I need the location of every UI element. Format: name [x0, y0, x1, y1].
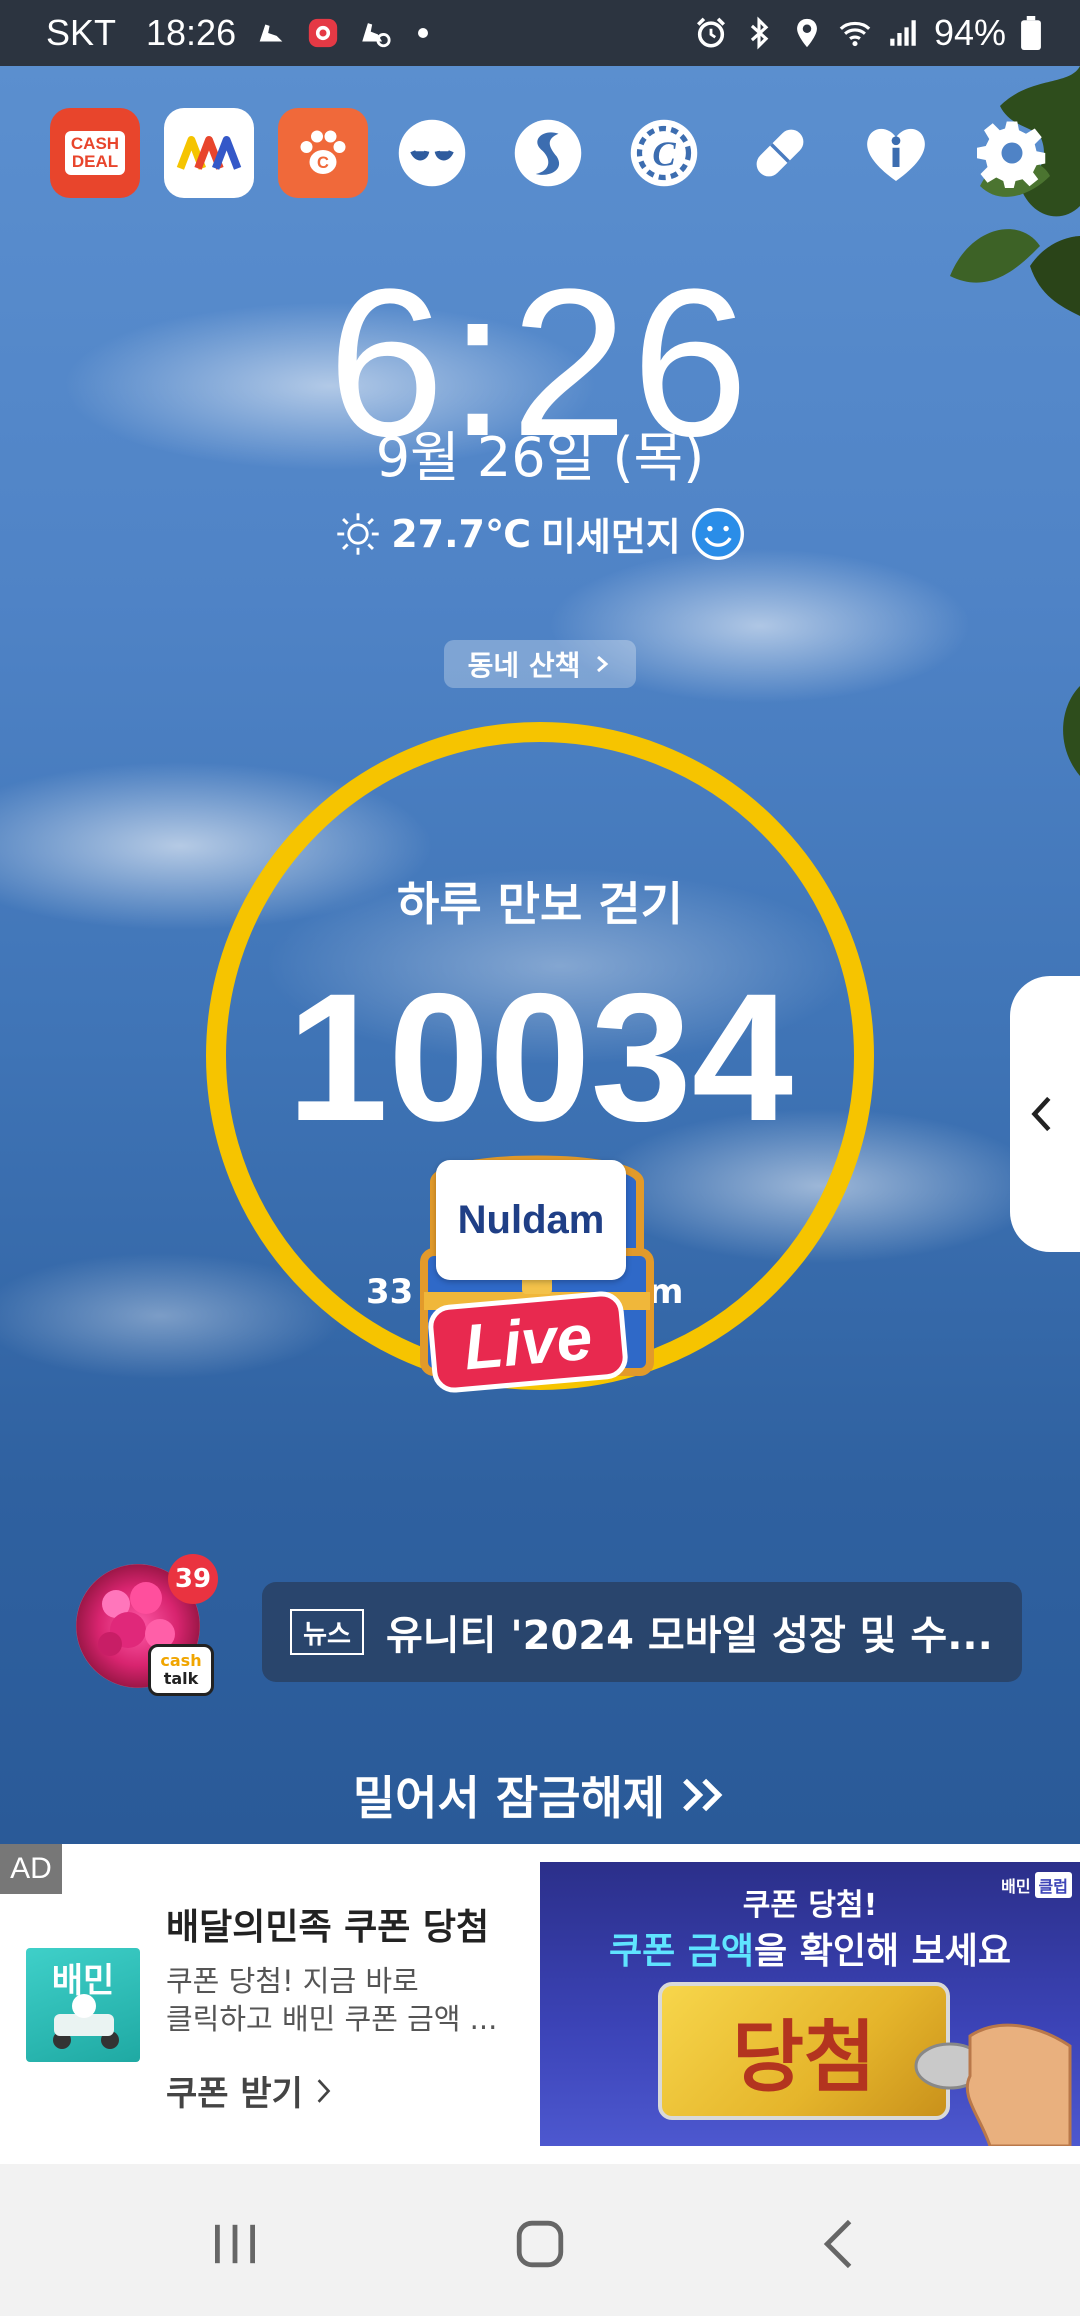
swipe-unlock[interactable]: 밀어서 잠금해제 [0, 1762, 1080, 1828]
leaf-decoration [1063, 686, 1080, 776]
walk-pill-label: 동네 산책 [467, 649, 581, 682]
temperature: 27.7℃ [391, 511, 531, 556]
status-bar: SKT 18:26 94% [0, 0, 1080, 66]
banner-rest: 을 확인해 보세요 [754, 1931, 1011, 1972]
more-notifications-dot [418, 28, 429, 38]
shoe-c-notification-icon [358, 16, 392, 50]
m-app-icon[interactable] [164, 108, 254, 198]
s-app-icon[interactable] [508, 113, 588, 193]
svg-text:C: C [652, 134, 676, 173]
alarm-icon [694, 16, 728, 50]
settings-gear-icon[interactable] [972, 113, 1052, 193]
carrier-label: SKT [46, 12, 117, 53]
smile-face-icon [691, 507, 745, 561]
navigation-bar [0, 2164, 1080, 2316]
lockscreen-date: 9월 26일 (목) [375, 426, 705, 489]
wifi-icon [838, 16, 872, 50]
weather-row: 27.7℃ 미세먼지 [0, 506, 1080, 561]
cash-deal-line2: DEAL [71, 152, 119, 171]
shoe-notification-icon [254, 16, 288, 50]
ad-description: 쿠폰 당첨! 지금 바로 클릭하고 배민 쿠폰 금액 ... [166, 1962, 510, 2038]
edge-panel-handle[interactable] [1010, 976, 1080, 1252]
location-icon [790, 16, 824, 50]
banner-headline: 쿠폰 당첨! [742, 1888, 878, 1923]
pill-app-icon[interactable] [740, 113, 820, 193]
cashtalk-logo: cash talk [148, 1644, 214, 1696]
back-button[interactable] [795, 2204, 885, 2284]
chevron-left-icon [1028, 1092, 1054, 1136]
home-button[interactable] [495, 2204, 585, 2284]
news-tag: 뉴스 [290, 1609, 364, 1655]
lockscreen-wallpaper: CASH DEAL C C 6:26 9월 26일 (목) 27.7℃ 미세먼지… [0, 66, 1080, 1844]
chevron-right-icon [592, 654, 612, 674]
ad-label: AD [0, 1844, 62, 1894]
ad-cta-button[interactable]: 쿠폰 받기 [166, 2066, 333, 2115]
live-badge[interactable]: Live [426, 1289, 630, 1395]
cash-deal-line1: CASH [70, 134, 120, 153]
baemin-logo: 배민 [26, 1948, 140, 2062]
chevron-right-icon [315, 2077, 333, 2105]
neighborhood-walk-button[interactable]: 동네 산책 [444, 640, 636, 688]
cashtalk-logo-line1: cash [160, 1651, 202, 1670]
nuldam-card[interactable]: Nuldam [436, 1160, 626, 1280]
unlock-label: 밀어서 잠금해제 [352, 1771, 666, 1825]
app-shortcut-row: CASH DEAL C C [50, 108, 1046, 198]
heart-info-app-icon[interactable] [856, 113, 936, 193]
coin-app-icon[interactable]: C [624, 113, 704, 193]
bluetooth-icon [742, 16, 776, 50]
fine-dust-label: 미세먼지 [540, 515, 681, 559]
banner-subheadline: 쿠폰 금액을 확인해 보세요 [540, 1922, 1080, 1974]
cashtalk-widget[interactable]: 39 cash talk [76, 1554, 218, 1696]
sun-icon [335, 511, 381, 557]
cashtalk-logo-line2: talk [163, 1669, 199, 1688]
step-count: 10034 [286, 955, 794, 1159]
svg-text:C: C [317, 154, 329, 172]
ad-title: 배달의민족 쿠폰 당첨 [166, 1907, 490, 1948]
signal-icon [886, 16, 920, 50]
double-chevron-right-icon [679, 1777, 727, 1813]
eyes-app-icon[interactable] [392, 113, 472, 193]
hand-coin-icon [914, 2023, 1072, 2146]
ad-banner[interactable]: AD 배민 배달의민족 쿠폰 당첨 쿠폰 당첨! 지금 바로 클릭하고 배민 쿠… [0, 1844, 1080, 2164]
step-goal-title: 하루 만보 걷기 [397, 877, 683, 931]
ad-desc-line2: 클릭하고 배민 쿠폰 금액 ... [166, 2002, 498, 2036]
battery-icon [1020, 16, 1042, 50]
banner-highlight: 쿠폰 금액 [609, 1931, 755, 1972]
ad-cta-label: 쿠폰 받기 [166, 2074, 303, 2114]
ad-desc-line1: 쿠폰 당첨! 지금 바로 [166, 1964, 419, 1998]
paw-app-icon[interactable]: C [278, 108, 368, 198]
news-headline: 유니티 '2024 모바일 성장 및 수... [386, 1613, 993, 1659]
recent-apps-button[interactable] [190, 2204, 280, 2284]
cashtalk-badge-count: 39 [168, 1554, 218, 1604]
battery-percent: 94% [933, 12, 1006, 53]
ad-banner-image[interactable]: 배민 클럽 쿠폰 당첨! 쿠폰 금액을 확인해 보세요 당첨 [540, 1862, 1080, 2146]
status-time: 18:26 [146, 12, 237, 53]
record-notification-icon [306, 16, 340, 50]
news-ticker[interactable]: 뉴스 유니티 '2024 모바일 성장 및 수... [262, 1582, 1022, 1682]
cash-deal-app-icon[interactable]: CASH DEAL [50, 108, 140, 198]
